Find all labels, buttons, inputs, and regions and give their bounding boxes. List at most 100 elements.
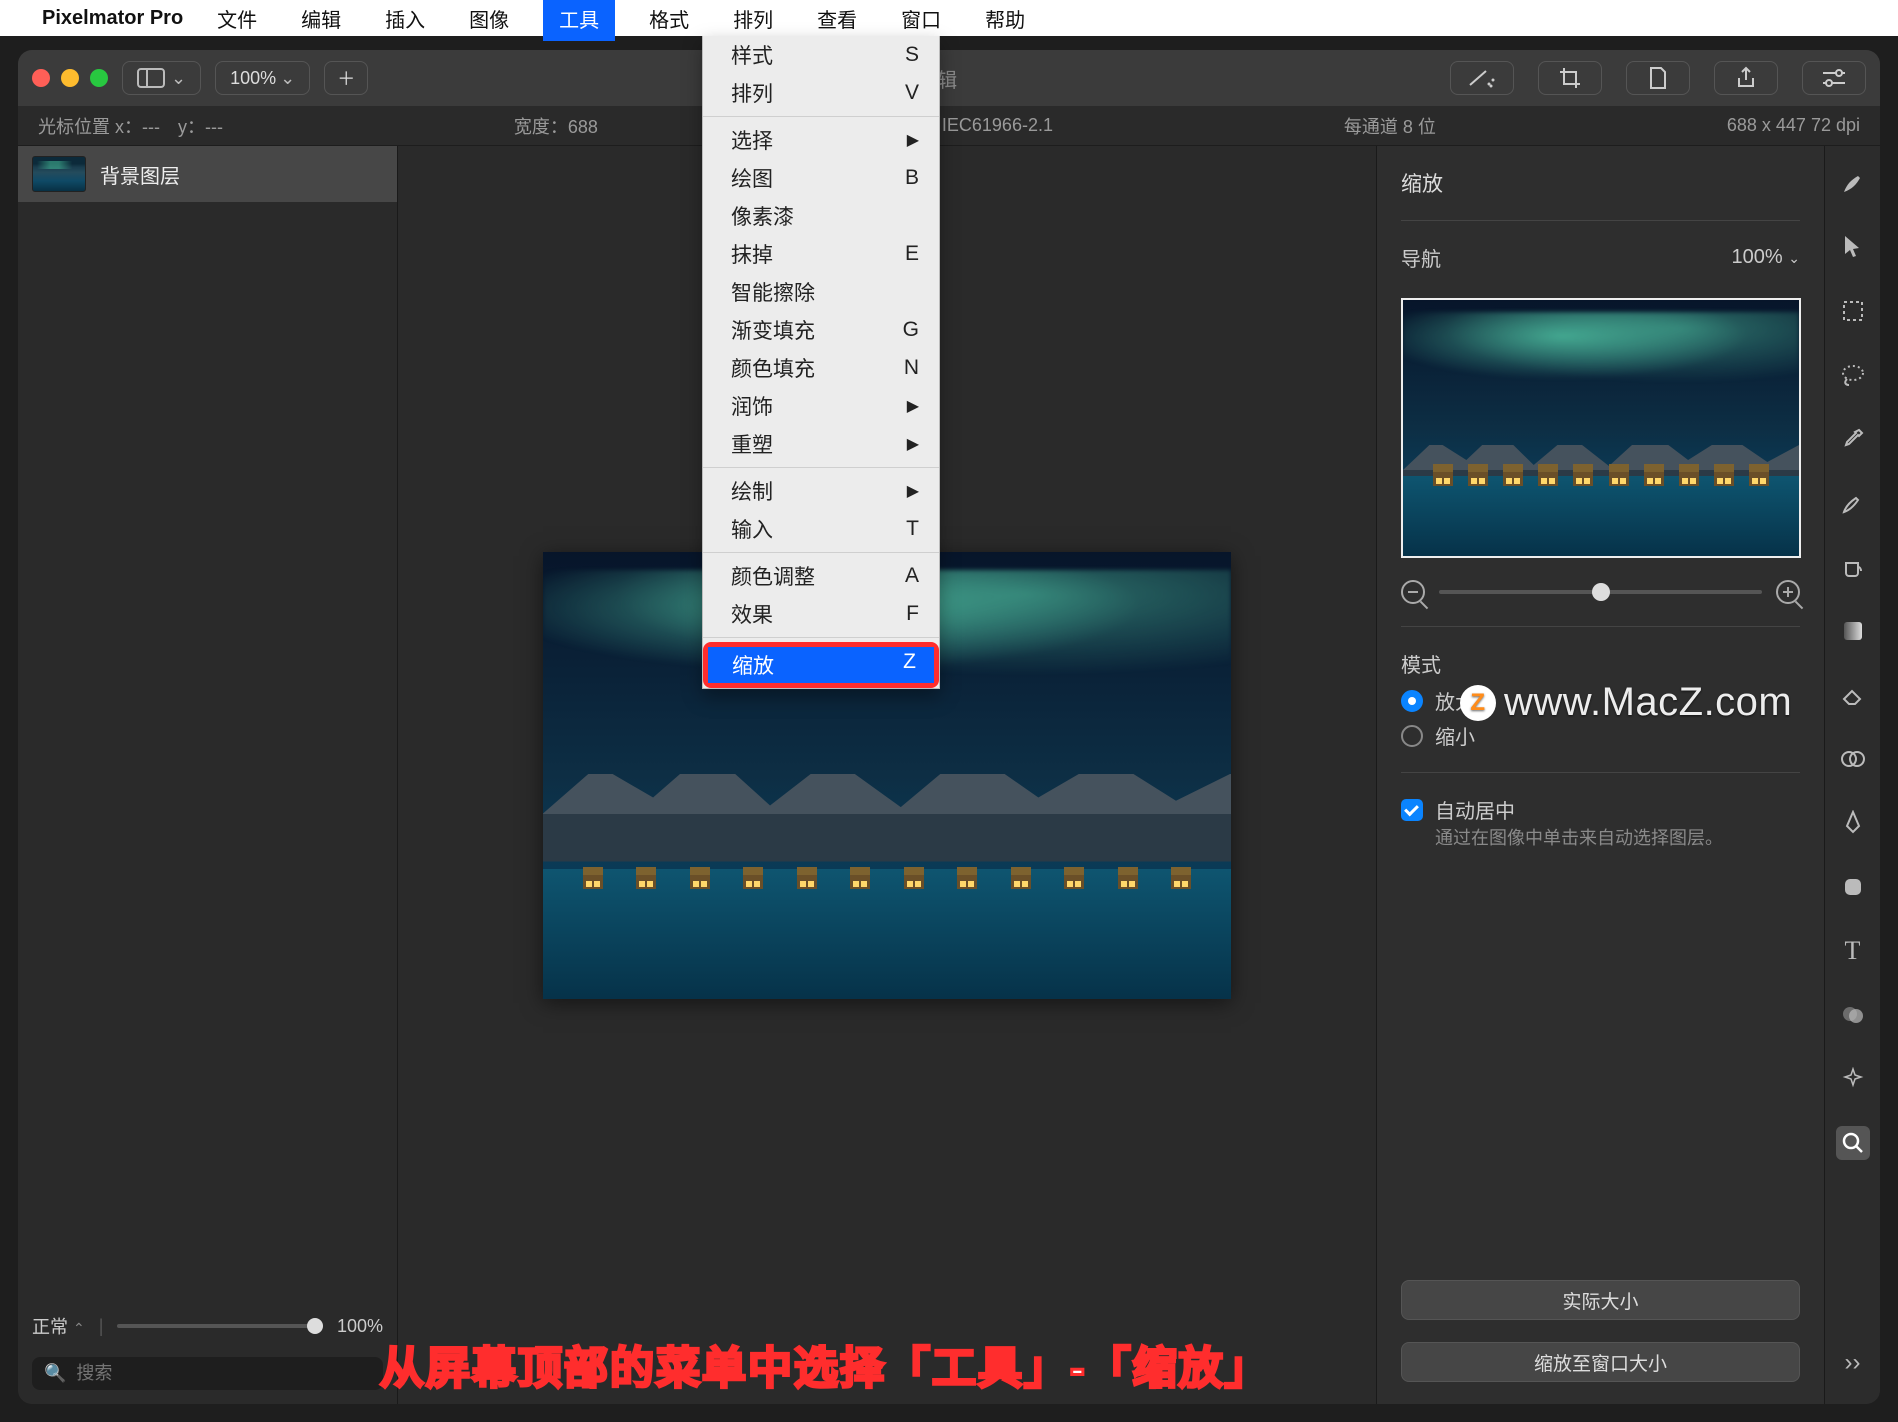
radio-icon xyxy=(1401,690,1423,712)
auto-enhance-button[interactable] xyxy=(1450,61,1514,95)
navigator-thumbnail[interactable] xyxy=(1401,298,1801,558)
mode-zoom-out[interactable]: 缩小 xyxy=(1401,721,1800,750)
fit-window-button[interactable]: 缩放至窗口大小 xyxy=(1401,1342,1800,1382)
menu-arrange[interactable]: 排列 xyxy=(723,0,783,39)
tool-bucket[interactable] xyxy=(1836,550,1870,584)
menu-format[interactable]: 格式 xyxy=(639,0,699,39)
dropdown-item[interactable]: 渐变填充G xyxy=(703,311,939,349)
mode-label: 模式 xyxy=(1401,649,1800,678)
crop-icon xyxy=(1558,66,1582,90)
dropdown-item[interactable]: 润饰▶ xyxy=(703,387,939,425)
tool-lasso[interactable] xyxy=(1836,358,1870,392)
menu-edit[interactable]: 编辑 xyxy=(291,0,351,39)
dropdown-item[interactable]: 颜色调整A xyxy=(703,557,939,595)
opacity-value: 100% xyxy=(337,1316,383,1337)
layer-controls: 正常 ⌃ | 100% xyxy=(18,1303,397,1349)
dropdown-item-zoom-highlighted[interactable]: 缩放Z xyxy=(703,642,939,688)
inspector-title: 缩放 xyxy=(1401,168,1800,198)
chevron-right-icon: ›› xyxy=(1845,1349,1861,1377)
layer-thumbnail xyxy=(32,156,86,192)
tool-move[interactable] xyxy=(1836,230,1870,264)
infobar: 光标位置 x：--- y：--- 宽度：688 sRGB IEC61966-2.… xyxy=(18,106,1880,146)
bit-depth: 每通道 8 位 xyxy=(1344,113,1436,139)
dropdown-item[interactable]: 智能擦除 xyxy=(703,273,939,311)
mac-menubar: Pixelmator Pro 文件 编辑 插入 图像 工具 格式 排列 查看 窗… xyxy=(0,0,1898,36)
dropdown-item[interactable]: 抹掉E xyxy=(703,235,939,273)
share-icon xyxy=(1735,66,1757,90)
tool-shape[interactable] xyxy=(1836,870,1870,904)
watermark: Z www.MacZ.com xyxy=(1460,680,1792,725)
app-window: ⌄ 100%⌄ ＋ l— 已编辑 光标位置 x：--- y：--- 宽度：688… xyxy=(18,50,1880,1404)
menu-view[interactable]: 查看 xyxy=(807,0,867,39)
tool-color-adjust[interactable] xyxy=(1836,998,1870,1032)
instruction-caption: 从屏幕顶部的菜单中选择「工具」-「缩放」 xyxy=(380,1332,1271,1396)
inspector-panel: 缩放 导航 100% ⌄ 模式 放大 xyxy=(1376,146,1824,1404)
layer-row[interactable]: 背景图层 xyxy=(18,146,397,202)
close-icon[interactable] xyxy=(32,69,50,87)
tool-eraser[interactable] xyxy=(1836,678,1870,712)
wand-icon xyxy=(1467,68,1497,88)
menu-insert[interactable]: 插入 xyxy=(375,0,435,39)
dropdown-item[interactable]: 输入T xyxy=(703,510,939,548)
sidebar-icon xyxy=(137,68,165,88)
search-input[interactable] xyxy=(76,1363,371,1384)
tool-marquee[interactable] xyxy=(1836,294,1870,328)
dropdown-item[interactable]: 颜色填充N xyxy=(703,349,939,387)
window-controls xyxy=(32,69,108,87)
tool-strip: T ›› xyxy=(1824,146,1880,1404)
document-button[interactable] xyxy=(1626,61,1690,95)
layer-search[interactable]: 🔍 xyxy=(32,1357,383,1390)
minimize-icon[interactable] xyxy=(61,69,79,87)
width-label: 宽度：688 xyxy=(514,113,598,139)
dropdown-item[interactable]: 选择▶ xyxy=(703,121,939,159)
watermark-logo-icon: Z xyxy=(1460,685,1496,721)
tool-more[interactable]: ›› xyxy=(1836,1346,1870,1380)
share-button[interactable] xyxy=(1714,61,1778,95)
dropdown-item[interactable]: 绘图B xyxy=(703,159,939,197)
titlebar-right-toolbar xyxy=(1450,61,1866,95)
cursor-position: 光标位置 x：--- y：--- xyxy=(38,113,223,139)
zoom-dropdown-button[interactable]: 100%⌄ xyxy=(215,61,310,95)
dropdown-item[interactable]: 重塑▶ xyxy=(703,425,939,463)
tool-brush[interactable] xyxy=(1836,486,1870,520)
settings-button[interactable] xyxy=(1802,61,1866,95)
tool-eyedropper[interactable] xyxy=(1836,422,1870,456)
auto-center-checkbox[interactable]: 自动居中 xyxy=(1401,795,1800,824)
sliders-icon xyxy=(1821,68,1847,88)
zoom-out-icon[interactable] xyxy=(1401,580,1425,604)
app-name[interactable]: Pixelmator Pro xyxy=(42,7,183,30)
menu-window[interactable]: 窗口 xyxy=(891,0,951,39)
sidebar-toggle-button[interactable]: ⌄ xyxy=(122,61,201,95)
layers-sidebar: 背景图层 正常 ⌃ | 100% 🔍 xyxy=(18,146,398,1404)
search-icon: 🔍 xyxy=(44,1363,66,1384)
zoom-slider[interactable] xyxy=(1439,590,1762,594)
auto-center-hint: 通过在图像中单击来自动选择图层。 xyxy=(1435,824,1800,850)
dropdown-item[interactable]: 排列V xyxy=(703,74,939,112)
dropdown-item[interactable]: 样式S xyxy=(703,36,939,74)
tool-effects[interactable] xyxy=(1836,1062,1870,1096)
tool-styles[interactable] xyxy=(1836,166,1870,200)
dropdown-item[interactable]: 像素漆 xyxy=(703,197,939,235)
opacity-slider[interactable] xyxy=(117,1324,323,1328)
menu-image[interactable]: 图像 xyxy=(459,0,519,39)
dropdown-separator xyxy=(703,637,939,638)
menu-file[interactable]: 文件 xyxy=(207,0,267,39)
zoom-in-icon[interactable] xyxy=(1776,580,1800,604)
dropdown-item[interactable]: 效果F xyxy=(703,595,939,633)
navigator-zoom-dropdown[interactable]: 100% ⌄ xyxy=(1732,246,1800,269)
tool-gradient[interactable] xyxy=(1836,614,1870,648)
fullscreen-icon[interactable] xyxy=(90,69,108,87)
crop-button[interactable] xyxy=(1538,61,1602,95)
tool-repair[interactable] xyxy=(1836,742,1870,776)
document-icon xyxy=(1648,66,1668,90)
tool-zoom[interactable] xyxy=(1836,1126,1870,1160)
dropdown-item[interactable]: 绘制▶ xyxy=(703,472,939,510)
tool-pen[interactable] xyxy=(1836,806,1870,840)
blend-mode-select[interactable]: 正常 ⌃ xyxy=(32,1313,85,1339)
actual-size-button[interactable]: 实际大小 xyxy=(1401,1280,1800,1320)
tool-text[interactable]: T xyxy=(1836,934,1870,968)
add-button[interactable]: ＋ xyxy=(324,61,368,95)
menu-help[interactable]: 帮助 xyxy=(975,0,1035,39)
checkbox-icon xyxy=(1401,799,1423,821)
menu-tools[interactable]: 工具 xyxy=(543,0,615,41)
